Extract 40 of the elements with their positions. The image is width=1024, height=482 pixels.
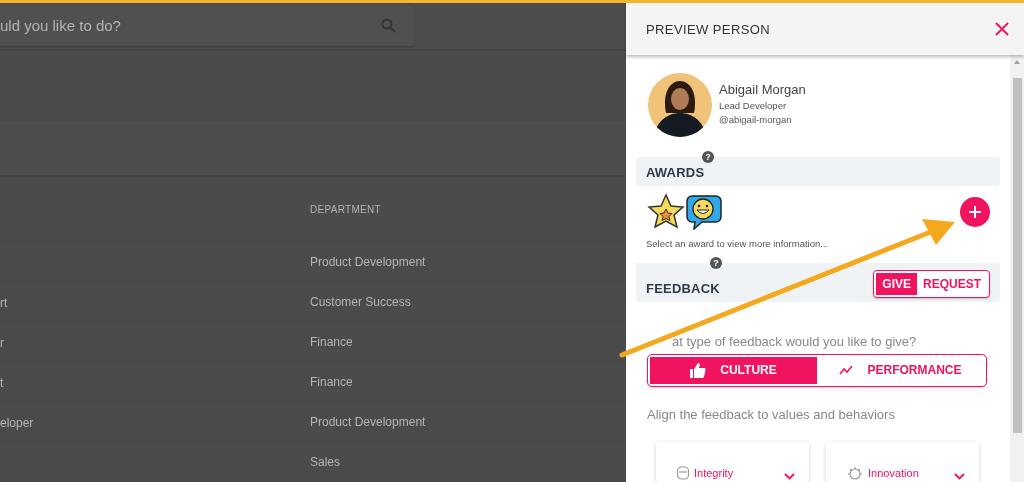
feedback-type-option[interactable]: CULTURE	[650, 356, 817, 384]
help-icon[interactable]: ?	[702, 151, 714, 163]
help-icon[interactable]: ?	[710, 257, 722, 270]
add-button[interactable]	[960, 197, 990, 228]
search-icon	[381, 18, 396, 34]
close-button[interactable]	[994, 21, 1010, 37]
value-dropdown[interactable]: Integrity	[656, 442, 809, 482]
scrollbar[interactable]	[1010, 55, 1024, 482]
table-cell: eloper	[0, 415, 34, 430]
award-button[interactable]	[686, 192, 722, 233]
table-cell: Sales	[310, 454, 341, 469]
panel-title: PREVIEW PERSON	[646, 21, 771, 37]
table-cell: Product Development	[310, 414, 426, 429]
column-header: DEPARTMENT	[310, 203, 381, 215]
table-cell: Finance	[310, 334, 353, 349]
chevron-down-icon	[784, 473, 795, 480]
section-title: FEEDBACK	[646, 280, 720, 296]
value-dropdown[interactable]: Innovation	[826, 442, 979, 482]
chevron-down-icon	[954, 473, 965, 480]
table-cell: r	[0, 335, 4, 350]
toggle-option[interactable]: GIVE	[876, 272, 917, 295]
table-cell: t	[0, 375, 4, 390]
thumbs-up-icon	[690, 362, 707, 378]
feedback-question: at type of feedback would you like to give?	[671, 332, 918, 349]
values-prompt: Align the feedback to values and behaviors	[646, 406, 896, 422]
search-field[interactable]: uld you like to do?	[0, 17, 300, 35]
trend-line-icon	[839, 365, 854, 376]
person-name: Abigail Morgan	[719, 82, 806, 97]
table-cell: rt	[0, 295, 8, 310]
plus-icon	[968, 205, 982, 220]
person-role: Lead Developer	[719, 100, 788, 111]
award-hint: Select an award to view more information...	[645, 237, 830, 250]
person-handle: @abigail-morgan	[719, 114, 793, 125]
gear-icon	[846, 466, 864, 480]
table-cell: Customer Success	[310, 294, 411, 309]
mask-icon	[676, 466, 690, 480]
smiley-bubble-icon	[686, 192, 722, 231]
table-cell: Finance	[310, 374, 353, 389]
table-cell: Product Development	[310, 254, 426, 269]
section-title: AWARDS	[646, 165, 705, 181]
